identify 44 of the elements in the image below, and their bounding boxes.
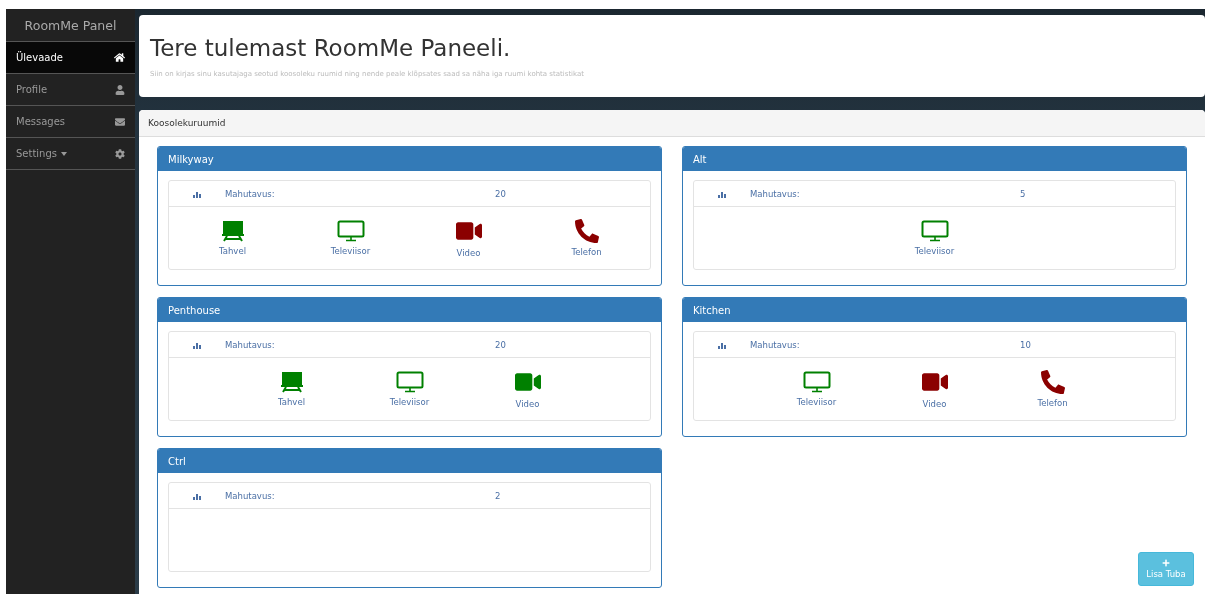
room-card[interactable]: Alt Mahutavus: 5 Televiisor	[682, 146, 1187, 286]
gear-icon	[115, 148, 125, 159]
capacity-value: 10	[1020, 339, 1031, 350]
room-name: Kitchen	[683, 298, 1186, 322]
equipment-label: Telefon	[571, 247, 602, 257]
home-icon	[114, 52, 125, 63]
room-name: Alt	[683, 147, 1186, 171]
capacity-value: 2	[495, 490, 501, 501]
capacity-value: 20	[495, 188, 506, 199]
room-name: Milkyway	[158, 147, 661, 171]
plus-icon	[1162, 559, 1170, 567]
user-icon	[115, 84, 125, 95]
room-card[interactable]: Penthouse Mahutavus: 20 Tahvel Televiisor Video	[157, 297, 662, 437]
room-card[interactable]: Milkyway Mahutavus: 20 Tahvel Televiisor Video Telefon	[157, 146, 662, 286]
capacity-label: Mahutavus:	[225, 188, 276, 199]
capacity-value: 20	[495, 339, 506, 350]
bar-chart-icon	[193, 189, 201, 198]
bar-chart-icon	[718, 189, 726, 198]
equipment-label: Tahvel	[278, 397, 305, 407]
envelope-icon	[115, 116, 125, 127]
equipment-label: Video	[922, 399, 947, 409]
bar-chart-icon	[193, 340, 201, 349]
bar-chart-icon	[193, 491, 201, 500]
capacity-label: Mahutavus:	[225, 490, 276, 501]
capacity-label: Mahutavus:	[750, 339, 801, 350]
equipment-label: Tahvel	[219, 246, 246, 256]
equipment-label: Televiisor	[389, 397, 430, 407]
nav-item[interactable]: Ülevaade	[6, 42, 135, 74]
capacity-value: 5	[1020, 188, 1026, 199]
equipment-label: Video	[515, 399, 540, 409]
panel-heading: Koosolekuruumid	[139, 110, 1205, 137]
room-name: Ctrl	[158, 449, 661, 473]
equipment-label: Televiisor	[330, 246, 371, 256]
equipment-label: Telefon	[1037, 398, 1068, 408]
capacity-label: Mahutavus:	[225, 339, 276, 350]
room-card[interactable]: Ctrl Mahutavus: 2	[157, 448, 662, 588]
equipment-label: Televiisor	[914, 246, 955, 256]
capacity-label: Mahutavus:	[750, 188, 801, 199]
equipment-label: Video	[456, 248, 481, 258]
page-title: Tere tulemast RoomMe Paneeli.	[150, 34, 512, 61]
bar-chart-icon	[718, 340, 726, 349]
equipment-label: Televiisor	[796, 397, 837, 407]
room-card[interactable]: Kitchen Mahutavus: 10 Televiisor Video Telefon	[682, 297, 1187, 437]
room-name: Penthouse	[158, 298, 661, 322]
